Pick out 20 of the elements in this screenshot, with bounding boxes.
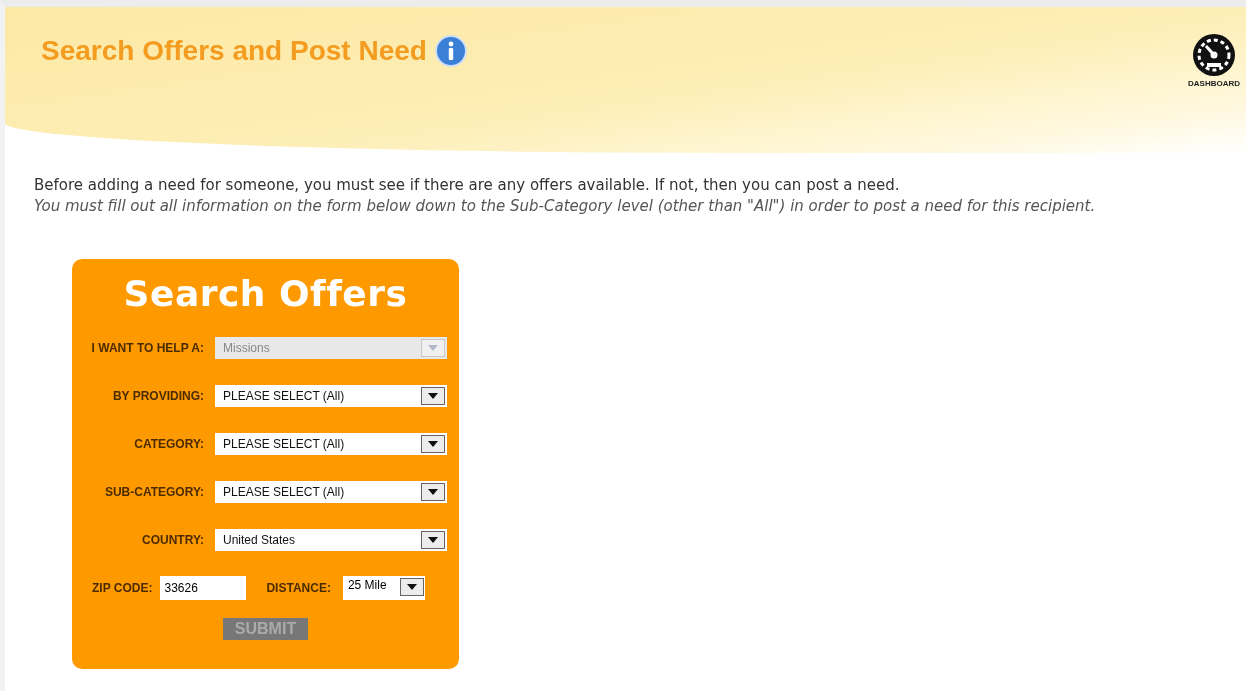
- intro-text: Before adding a need for someone, you must see if there are any offers available. If not, then you can post a need.: [34, 175, 901, 196]
- field-label: CATEGORY:: [133, 437, 204, 451]
- select-field[interactable]: PLEASE SELECT (All): [215, 385, 447, 407]
- card-title: Search Offers: [123, 273, 408, 314]
- dashboard-label[interactable]: DASHBOARD: [1188, 79, 1240, 88]
- field-label: SUB-CATEGORY:: [103, 485, 204, 499]
- select-field[interactable]: PLEASE SELECT (All): [215, 481, 447, 503]
- field-label: DISTANCE:: [266, 581, 331, 595]
- field-label: ZIP CODE:: [92, 581, 153, 595]
- zip-code-field[interactable]: 33626: [160, 576, 247, 600]
- select-field[interactable]: 25 Mile: [342, 576, 425, 600]
- form-note: You must fill out all information on the form below down to the Sub-Category level (other than "All") in order to post a need for this recipient.: [34, 196, 1097, 217]
- page-title: Search Offers and Post Need: [41, 35, 467, 67]
- field-label: COUNTRY:: [141, 533, 204, 547]
- select-field[interactable]: PLEASE SELECT (All): [215, 433, 447, 455]
- speedometer-icon[interactable]: [1192, 33, 1236, 77]
- field-label: BY PROVIDING:: [111, 389, 204, 403]
- field-label: I WANT TO HELP A:: [90, 341, 204, 355]
- info-icon[interactable]: [434, 35, 467, 67]
- select-field[interactable]: United States: [215, 529, 447, 551]
